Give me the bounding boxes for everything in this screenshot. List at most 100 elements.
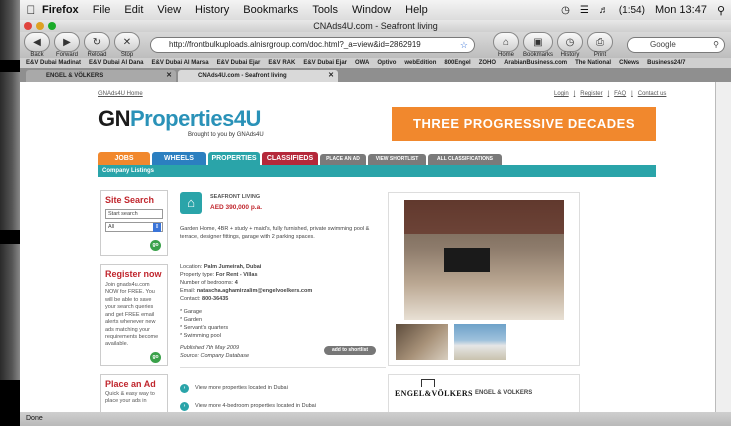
bookmark-item[interactable]: E&V Dubai Ejar <box>303 60 347 66</box>
wifi-icon[interactable]: ☰ <box>580 5 589 16</box>
home-icon: ⌂ <box>502 36 510 48</box>
clock[interactable]: Mon 13:47 <box>655 4 707 16</box>
print-button[interactable]: ⎙ <box>587 32 614 52</box>
contact-link[interactable]: Contact us <box>638 91 667 97</box>
logo-properties: Properties4U <box>130 106 261 131</box>
nav-properties[interactable]: PROPERTIES <box>208 152 260 165</box>
register-go-button[interactable]: go <box>150 352 161 363</box>
subnav-place-ad[interactable]: PLACE AN AD <box>320 154 366 165</box>
agent-name[interactable]: ENGEL & VOLKERS <box>475 390 532 396</box>
history-button[interactable]: ◷ <box>557 32 584 52</box>
stop-button[interactable]: ✕ <box>114 32 140 52</box>
apple-icon[interactable]:  <box>20 3 42 17</box>
menu-edit[interactable]: Edit <box>124 4 143 16</box>
zoom-window-button[interactable] <box>48 22 56 30</box>
vertical-scrollbar[interactable] <box>715 82 731 412</box>
nav-jobs[interactable]: JOBS <box>98 152 150 165</box>
bookmark-item[interactable]: ArabianBusiness.com <box>504 60 567 66</box>
register-text: Join gnads4u.com NOW for FREE. You will … <box>105 282 159 348</box>
back-button[interactable]: ◀ <box>24 32 50 52</box>
subnav-all-classifications[interactable]: ALL CLASSIFICATIONS <box>428 154 502 165</box>
history-control: ◷ History <box>557 32 584 58</box>
agent-logo[interactable]: ENGEL&VÖLKERS <box>395 389 473 398</box>
bookmark-item[interactable]: The National <box>575 60 611 66</box>
web-page: GNAds4U Home Login | Register | FAQ | Conta… <box>20 82 715 414</box>
close-window-button[interactable] <box>24 22 32 30</box>
bookmark-item[interactable]: E&V RAK <box>268 60 295 66</box>
email-link[interactable]: natascha.aghamirzalim@engelvoelkers.com <box>197 288 312 294</box>
register-title[interactable]: Register now <box>105 269 163 279</box>
menu-view[interactable]: View <box>157 4 181 16</box>
location-value: Palm Jumeirah, Dubai <box>203 264 262 270</box>
home-button[interactable]: ⌂ <box>493 32 519 52</box>
tab-cnads4u[interactable]: CNAds4U.com - Seafront living ✕ <box>178 70 338 82</box>
bookmark-item[interactable]: webEdition <box>404 60 436 66</box>
search-go-button[interactable]: go <box>150 240 161 251</box>
ad-banner[interactable]: THREE PROGRESSIVE DECADES <box>392 107 656 141</box>
bookmark-item[interactable]: E&V Dubai Ejar <box>217 60 261 66</box>
search-placeholder: Google <box>650 40 676 49</box>
company-listings-link[interactable]: Company Listings <box>102 168 154 174</box>
bookmark-item[interactable]: E&V Dubai Al Dana <box>89 60 143 66</box>
place-ad-title[interactable]: Place an Ad <box>105 379 163 389</box>
close-tab-icon[interactable]: ✕ <box>328 70 334 82</box>
bookmark-item[interactable]: Business24/7 <box>647 60 685 66</box>
logo-tagline: Brought to you by GNAds4U <box>188 132 264 138</box>
minimize-window-button[interactable] <box>36 22 44 30</box>
menu-tools[interactable]: Tools <box>312 4 338 16</box>
status-bar: Done <box>20 412 731 426</box>
bookmarks-button[interactable]: ▣ <box>523 32 553 52</box>
add-to-shortlist-button[interactable]: add to shortlist <box>324 346 376 355</box>
faq-link[interactable]: FAQ <box>614 91 626 97</box>
bookmark-item[interactable]: E&V Dubai Madinat <box>26 60 81 66</box>
bookmark-star-icon[interactable]: ☆ <box>460 38 468 52</box>
menu-firefox[interactable]: Firefox <box>42 4 79 16</box>
site-logo[interactable]: GNProperties4U <box>98 106 261 132</box>
site-search-box: Site Search Start search All ⇕ go <box>100 190 168 256</box>
bookmark-item[interactable]: ZOHO <box>479 60 496 66</box>
menu-window[interactable]: Window <box>352 4 391 16</box>
feature-item: * Garage <box>180 308 203 315</box>
menu-help[interactable]: Help <box>405 4 428 16</box>
reload-control: ↻ Reload <box>84 32 110 58</box>
spotlight-icon[interactable]: ⚲ <box>717 4 725 17</box>
url-bar[interactable]: http://frontbulkuploads.alnisrgroup.com/… <box>150 37 475 53</box>
thumbnail-exterior[interactable] <box>454 324 506 360</box>
volume-icon[interactable]: ♬ <box>599 5 609 16</box>
bookmarks-control: ▣ Bookmarks <box>523 32 553 58</box>
search-icon[interactable]: ⚲ <box>713 38 719 52</box>
login-link[interactable]: Login <box>554 91 569 97</box>
tab-engel-voelkers[interactable]: ENGEL & VÖLKERS ✕ <box>26 70 176 82</box>
timemachine-icon[interactable]: ◷ <box>561 5 570 16</box>
bookmark-item[interactable]: Optivo <box>377 60 396 66</box>
main-property-photo[interactable] <box>404 200 564 320</box>
desktop-edge-block <box>0 230 20 244</box>
thumbnail-interior[interactable] <box>396 324 448 360</box>
house-icon: ⌂ <box>180 192 202 214</box>
bookmark-item[interactable]: OWA <box>355 60 369 66</box>
location-label: Location: <box>180 264 203 270</box>
bookmark-item[interactable]: E&V Dubai Al Marsa <box>151 60 208 66</box>
forward-arrow-icon: ▶ <box>63 36 71 48</box>
menu-bookmarks[interactable]: Bookmarks <box>243 4 298 16</box>
bookmark-item[interactable]: 800Engel <box>444 60 470 66</box>
battery-status[interactable]: (1:54) <box>619 5 645 16</box>
forward-button[interactable]: ▶ <box>54 32 80 52</box>
site-search-select[interactable]: All ⇕ <box>105 222 163 232</box>
register-link[interactable]: Register <box>580 91 602 97</box>
more-bedroom-link[interactable]: › View more 4-bedroom properties located… <box>180 402 316 411</box>
subnav-view-shortlist[interactable]: VIEW SHORTLIST <box>368 154 426 165</box>
menu-file[interactable]: File <box>93 4 111 16</box>
search-input[interactable]: Google ⚲ <box>627 37 725 53</box>
close-tab-icon[interactable]: ✕ <box>166 70 172 82</box>
menu-history[interactable]: History <box>195 4 229 16</box>
menubar-status: ◷ ☰ ♬ (1:54) Mon 13:47 ⚲ <box>561 4 731 17</box>
nav-wheels[interactable]: WHEELS <box>152 152 206 165</box>
more-dubai-link[interactable]: › View more properties located in Dubai <box>180 384 288 393</box>
logo-gn: GN <box>98 106 131 131</box>
bookmark-item[interactable]: CNews <box>619 60 639 66</box>
home-link[interactable]: GNAds4U Home <box>98 91 143 97</box>
reload-button[interactable]: ↻ <box>84 32 110 52</box>
site-search-input[interactable]: Start search <box>105 209 163 219</box>
nav-classifieds[interactable]: CLASSIFIEDS <box>262 152 318 165</box>
